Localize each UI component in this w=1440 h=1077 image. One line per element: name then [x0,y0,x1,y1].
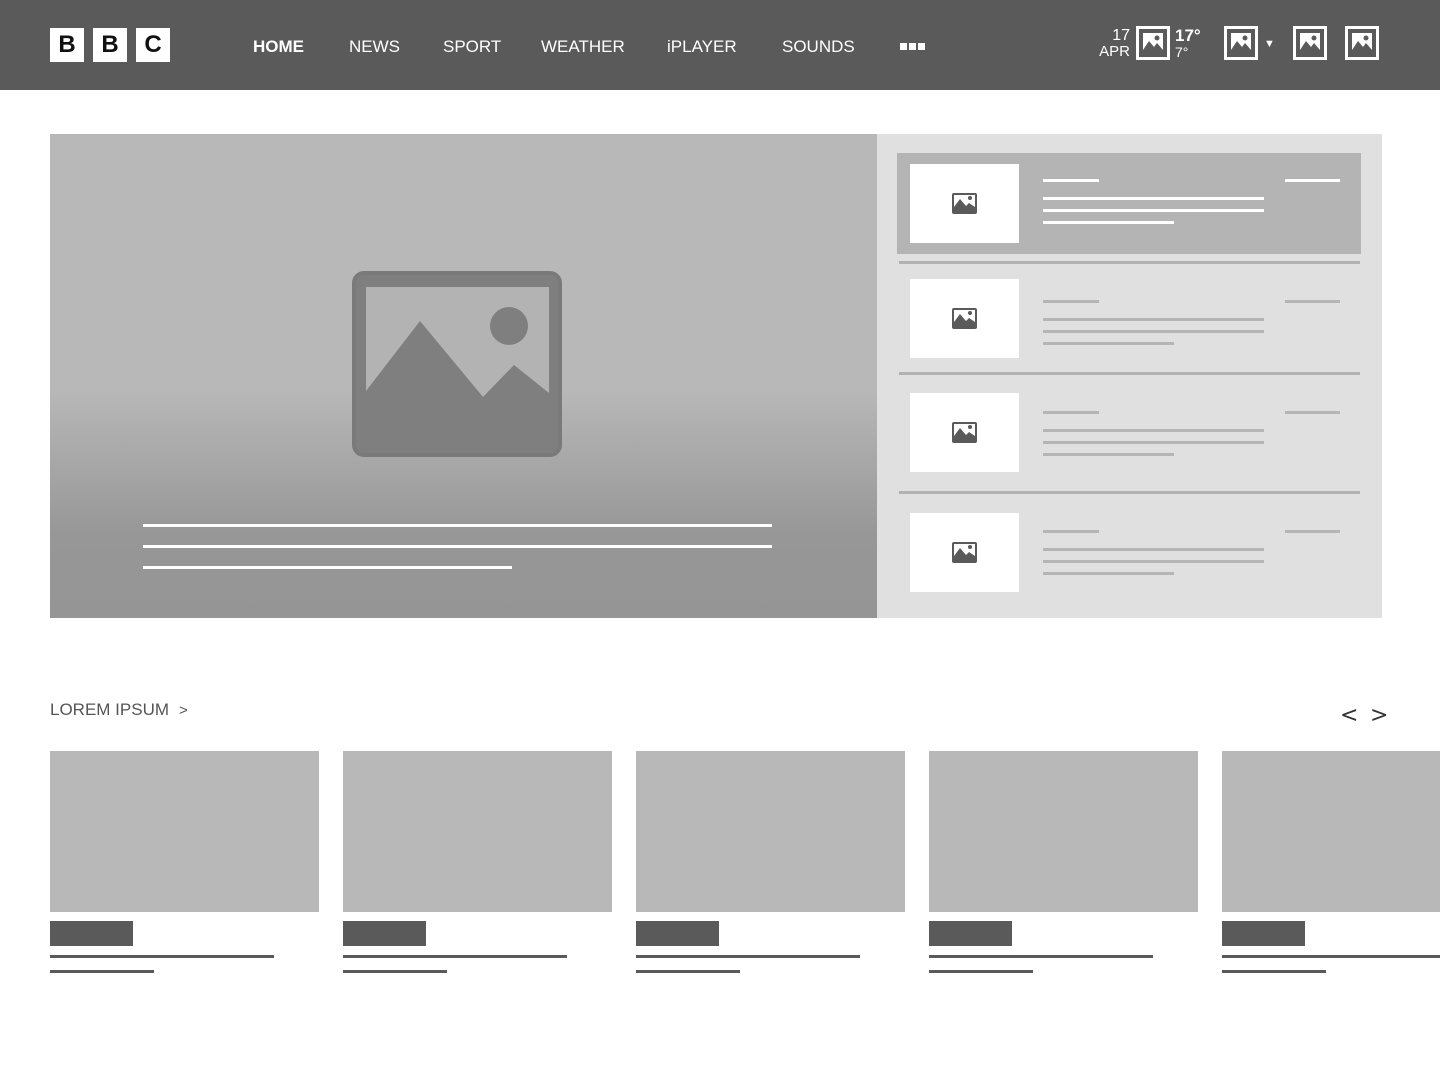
bbc-logo[interactable]: B B C [50,28,170,62]
card-tag [343,921,426,946]
top-navigation-bar: B B C HOME NEWS SPORT WEATHER iPLAYER SO… [0,0,1440,90]
card-headline-line [50,970,154,973]
story-headline-line [1043,548,1264,551]
card-tag [636,921,719,946]
story-thumbnail [910,393,1019,472]
section-title: LOREM IPSUM [50,700,170,719]
hero-story[interactable] [50,134,877,618]
story-time-line [1285,411,1340,414]
temperature-display[interactable]: 17° 7° [1175,26,1201,60]
promo-card[interactable] [636,751,905,981]
promo-card[interactable] [343,751,612,981]
story-headline-line [1043,209,1264,212]
weather-image-icon[interactable] [1136,26,1170,60]
chevron-down-icon[interactable]: ▼ [1264,38,1275,50]
card-headline-line [636,955,860,958]
image-placeholder-icon [952,542,977,563]
story-meta-line [1043,530,1099,533]
image-placeholder-icon [952,308,977,329]
card-headline-line [929,955,1153,958]
logo-letter-c: C [136,28,170,62]
card-headline-line [1222,970,1326,973]
card-image [50,751,319,912]
story-headline-line [1043,429,1264,432]
temp-high: 17° [1175,26,1201,45]
nav-home[interactable]: HOME [253,37,304,57]
image-placeholder-icon [352,271,562,457]
story-headline-line [1043,453,1174,456]
date-month: APR [1099,43,1130,60]
card-image [636,751,905,912]
story-time-line [1285,300,1340,303]
story-time-line [1285,530,1340,533]
card-image [1222,751,1440,912]
hero-summary-line [143,566,512,569]
story-meta-line [1043,411,1099,414]
card-tag [1222,921,1305,946]
menu-image-icon[interactable] [1345,26,1379,60]
image-placeholder-icon [952,193,977,214]
section-title-link[interactable]: LOREM IPSUM > [50,700,188,720]
side-stories-panel [877,134,1382,618]
card-image [929,751,1198,912]
story-thumbnail [910,279,1019,358]
carousel-prev-button[interactable]: < [1340,703,1358,729]
more-menu-icon[interactable] [900,43,925,50]
logo-letter-b2: B [93,28,127,62]
card-headline-line [343,970,447,973]
promo-card[interactable] [1222,751,1440,981]
story-headline-line [1043,318,1264,321]
promo-card[interactable] [50,751,319,981]
card-headline-line [636,970,740,973]
card-tag [50,921,133,946]
divider [899,372,1360,375]
nav-weather[interactable]: WEATHER [541,37,625,57]
card-headline-line [343,955,567,958]
story-meta-line [1043,179,1099,182]
image-placeholder-icon [952,422,977,443]
story-headline-line [1043,560,1264,563]
card-image [343,751,612,912]
side-story-item[interactable] [897,502,1361,603]
nav-sport[interactable]: SPORT [443,37,501,57]
account-image-icon[interactable] [1224,26,1258,60]
side-story-item[interactable] [897,382,1361,483]
card-tag [929,921,1012,946]
temp-low: 7° [1175,44,1189,60]
story-headline-line [1043,342,1174,345]
nav-sounds[interactable]: SOUNDS [782,37,855,57]
carousel-next-button[interactable]: > [1370,703,1388,729]
divider [899,261,1360,264]
story-headline-line [1043,330,1264,333]
card-headline-line [929,970,1033,973]
nav-news[interactable]: NEWS [349,37,400,57]
notifications-image-icon[interactable] [1293,26,1327,60]
nav-iplayer[interactable]: iPLAYER [667,37,737,57]
hero-headline-line [143,524,772,527]
story-headline-line [1043,197,1264,200]
story-meta-line [1043,300,1099,303]
story-headline-line [1043,441,1264,444]
card-headline-line [1222,955,1440,958]
date-display: 17 APR [1096,28,1130,60]
divider [899,491,1360,494]
story-thumbnail [910,164,1019,243]
story-time-line [1285,179,1340,182]
story-headline-line [1043,572,1174,575]
side-story-item[interactable] [897,153,1361,254]
promo-card[interactable] [929,751,1198,981]
logo-letter-b1: B [50,28,84,62]
card-headline-line [50,955,274,958]
story-headline-line [1043,221,1174,224]
hero-headline-line [143,545,772,548]
date-day: 17 [1112,27,1130,44]
side-story-item[interactable] [897,268,1361,369]
chevron-right-icon: > [179,702,188,719]
story-thumbnail [910,513,1019,592]
